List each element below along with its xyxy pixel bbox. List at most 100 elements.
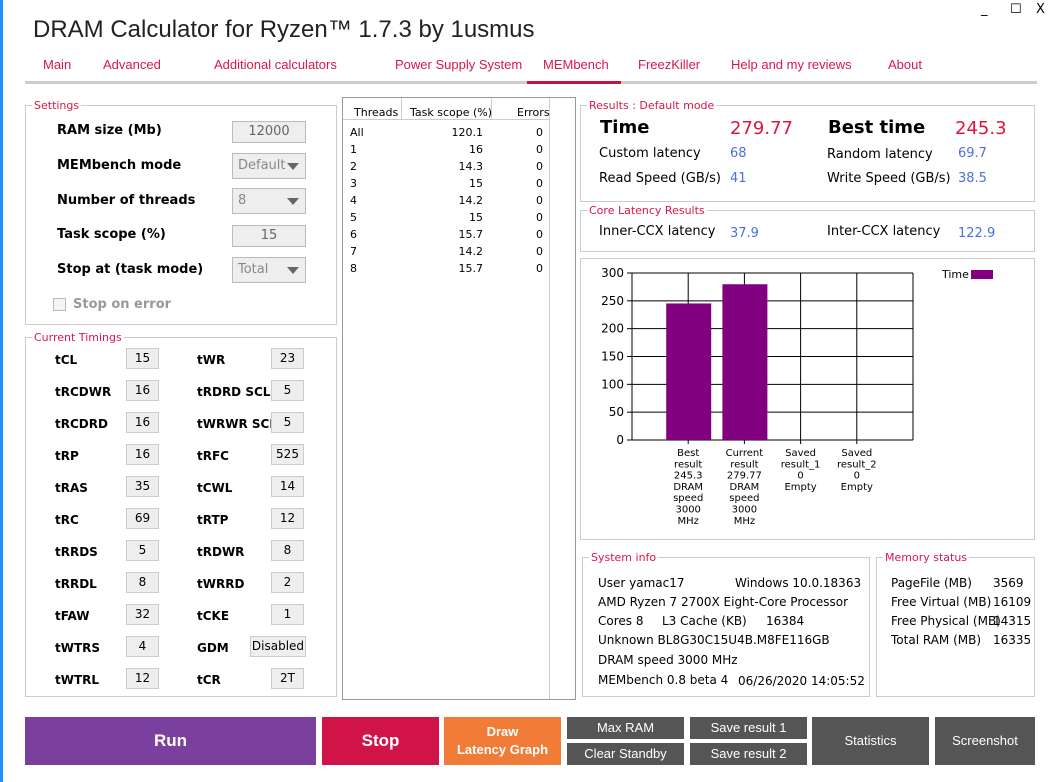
timing-label: tCKE [197,609,230,623]
table-row[interactable]: 6 15.7 0 [343,228,549,245]
l3-label: L3 Cache (KB) [662,614,747,628]
timing-value: 5 [271,412,304,433]
x-tick-label: 0 [854,471,860,482]
tab-advanced[interactable]: Advanced [103,57,161,72]
window-edge [0,0,3,782]
timing-label: tRTP [197,513,229,527]
screenshot-button[interactable]: Screenshot [935,717,1035,765]
timing-label: tWTRL [55,673,100,687]
timing-label: tWTRS [55,641,101,655]
system-info-legend: System info [591,551,657,564]
max-ram-button[interactable]: Max RAM [567,717,684,739]
stop-at-select[interactable]: Total [232,257,306,283]
time-label: Time [600,117,650,138]
bar [722,284,768,440]
cell-task-scope: 15 [469,177,483,190]
time-value: 279.77 [730,118,793,139]
stop-on-error-checkbox[interactable] [53,298,66,311]
cell-task-scope: 15.7 [458,262,484,275]
tab-about[interactable]: About [888,57,922,72]
y-tick-label: 200 [601,322,624,336]
table-row[interactable]: 8 15.7 0 [343,262,549,279]
tab-help[interactable]: Help and my reviews [731,57,852,72]
timing-value: 12 [271,508,304,529]
tab-freezkiller[interactable]: FreezKiller [638,57,700,72]
cell-thread: 3 [350,177,357,190]
memory-label: Free Virtual (MB) [891,595,992,609]
app-title: DRAM Calculator for Ryzen™ 1.7.3 by 1usm… [33,16,535,43]
table-row[interactable]: 2 14.3 0 [343,160,549,177]
table-row[interactable]: 1 16 0 [343,143,549,160]
table-row[interactable]: 3 15 0 [343,177,549,194]
memory-label: Free Physical (MB) [891,614,1001,628]
cell-errors: 0 [536,228,543,241]
write-speed-value: 38.5 [958,171,987,186]
clear-standby-button[interactable]: Clear Standby [567,743,684,765]
timing-value: 16 [126,444,159,465]
column-divider [401,98,402,120]
threads-select[interactable]: 8 [232,188,306,214]
header-task-scope[interactable]: Task scope (%) [410,106,492,119]
cell-thread: All [350,126,364,139]
settings-legend: Settings [34,99,80,112]
draw-latency-graph-button[interactable]: Draw Latency Graph [444,717,561,765]
cell-thread: 6 [350,228,357,241]
cell-thread: 2 [350,160,357,173]
version-text: MEMbench 0.8 beta 4 [598,673,729,687]
stop-on-error-label: Stop on error [73,297,172,312]
cell-thread: 4 [350,194,357,207]
tab-membench[interactable]: MEMbench [543,57,609,72]
statistics-button[interactable]: Statistics [812,717,929,765]
x-tick-label: Empty [841,482,873,493]
cell-task-scope: 14.3 [458,160,484,173]
save-result-1-button[interactable]: Save result 1 [690,717,807,739]
draw-label-line1: Draw [486,724,519,739]
table-row[interactable]: 4 14.2 0 [343,194,549,211]
y-tick-label: 250 [601,294,624,308]
stop-button[interactable]: Stop [322,717,439,765]
tab-power-supply[interactable]: Power Supply System [395,57,522,72]
memory-value: 3569 [993,576,1024,590]
timing-label: tRRDS [55,545,98,559]
timing-value: 8 [126,572,159,593]
tab-main[interactable]: Main [43,57,71,72]
timing-label: tRP [55,449,79,463]
x-tick-label: MHz [677,516,698,527]
legend-label: Time [941,268,969,281]
ram-size-input[interactable]: 12000 [232,121,306,143]
save-result-2-button[interactable]: Save result 2 [690,743,807,765]
timing-label: tRAS [55,481,88,495]
x-tick-label: result [730,459,758,470]
task-scope-input[interactable]: 15 [232,225,306,247]
timing-value: 16 [126,380,159,401]
minimize-button[interactable]: _ [981,2,988,17]
cell-task-scope: 14.2 [458,245,484,258]
membench-mode-select[interactable]: Default [232,153,306,179]
cell-task-scope: 16 [469,143,483,156]
timing-label: tRC [55,513,79,527]
tab-active-indicator [527,81,621,84]
y-tick-label: 150 [601,350,624,364]
timing-label: tWR [197,353,226,367]
cell-task-scope: 15.7 [458,228,484,241]
tab-additional-calculators[interactable]: Additional calculators [214,57,337,72]
y-tick-label: 50 [609,405,624,419]
read-speed-value: 41 [730,171,747,186]
table-row[interactable]: 7 14.2 0 [343,245,549,262]
legend-swatch [971,270,993,279]
table-row[interactable]: All 120.1 0 [343,126,549,143]
timing-value: 14 [271,476,304,497]
timing-value: 69 [126,508,159,529]
run-button[interactable]: Run [25,717,316,765]
x-tick-label: Saved [841,448,872,459]
x-tick-label: 245.3 [674,471,703,482]
timing-label: tRDWR [197,545,245,559]
close-button[interactable]: X [1036,2,1045,17]
header-errors[interactable]: Errors [517,106,550,119]
timing-value: 16 [126,412,159,433]
maximize-button[interactable]: ☐ [1010,2,1022,17]
random-latency-label: Random latency [827,147,933,162]
table-row[interactable]: 5 15 0 [343,211,549,228]
write-speed-label: Write Speed (GB/s) [827,171,951,186]
header-threads[interactable]: Threads [354,106,398,119]
